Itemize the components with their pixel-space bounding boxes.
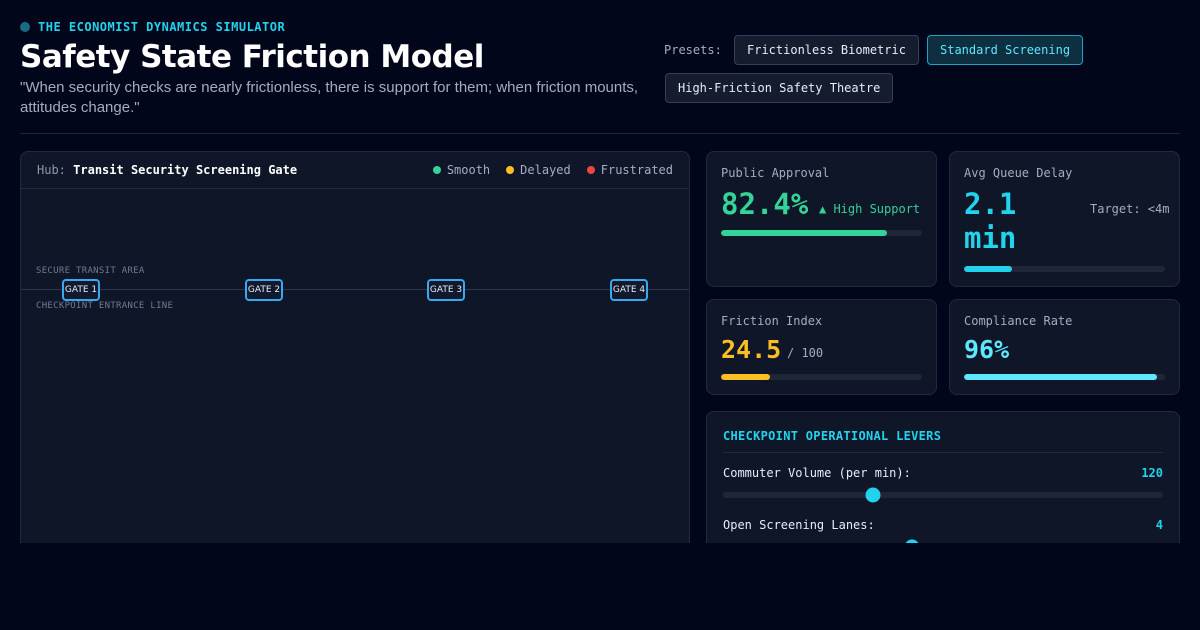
zone-label-entrance: CHECKPOINT ENTRANCE LINE [36, 301, 174, 311]
legend-label-delayed: Delayed [520, 163, 571, 177]
simulation-panel: Hub: Transit Security Screening Gate Smo… [20, 151, 690, 543]
gate-1[interactable]: GATE 1 [62, 279, 100, 301]
friction-bar-fill [721, 374, 771, 380]
page-title: Safety State Friction Model [20, 39, 484, 75]
metric-card-public-approval: Public Approval 82.4% ▲ High Support [706, 151, 937, 287]
metric-label: Public Approval [721, 166, 830, 180]
hub-prefix: Hub: [37, 163, 66, 177]
metric-label: Friction Index [721, 314, 823, 328]
metric-value: 82.4% [721, 187, 809, 221]
metric-card-compliance: Compliance Rate 96% [949, 299, 1180, 395]
legend: Smooth Delayed Frustrated [432, 163, 673, 177]
gate-2[interactable]: GATE 2 [245, 279, 283, 301]
status-dot-icon [20, 22, 30, 32]
metric-value: 2.1 min [964, 187, 1017, 255]
queue-bar-fill [964, 266, 1013, 272]
compliance-bar-fill [964, 374, 1157, 380]
legend-item-smooth: Smooth [432, 163, 491, 177]
zone-label-secure: SECURE TRANSIT AREA [36, 266, 145, 276]
simulation-header: Hub: Transit Security Screening Gate Smo… [21, 152, 689, 189]
presets-label: Presets: [664, 43, 722, 57]
commuter-volume-slider[interactable] [723, 487, 1163, 503]
slider-thumb[interactable] [904, 539, 920, 543]
hub-name: Transit Security Screening Gate [73, 163, 298, 177]
legend-label-frustrated: Frustrated [600, 163, 673, 177]
metric-card-queue-delay: Avg Queue Delay 2.1 min Target: <4m [949, 151, 1180, 287]
divider [723, 452, 1163, 453]
lever-label-commuter-volume: Commuter Volume (per min): [723, 466, 911, 480]
legend-item-frustrated: Frustrated [586, 163, 673, 177]
preset-button-standard-screening[interactable]: Standard Screening [927, 35, 1084, 65]
compliance-bar [964, 374, 1165, 380]
metric-value: 24.5 [721, 335, 782, 364]
frustrated-dot-icon [586, 166, 595, 174]
hub-label: Hub: Transit Security Screening Gate [37, 163, 297, 177]
metric-value: 96% [964, 335, 1010, 364]
smooth-dot-icon [432, 166, 441, 174]
levers-title: CHECKPOINT OPERATIONAL LEVERS [723, 429, 942, 443]
support-status: ▲ High Support [819, 202, 921, 216]
metric-label: Compliance Rate [964, 314, 1073, 328]
legend-item-delayed: Delayed [506, 163, 571, 177]
preset-button-high-friction-safety-theatre[interactable]: High-Friction Safety Theatre [665, 73, 894, 103]
gate-line [21, 289, 689, 290]
brand-text: THE ECONOMIST DYNAMICS SIMULATOR [38, 20, 286, 34]
gate-3[interactable]: GATE 3 [427, 279, 465, 301]
header: THE ECONOMIST DYNAMICS SIMULATOR Safety … [20, 20, 1180, 134]
brand: THE ECONOMIST DYNAMICS SIMULATOR [20, 20, 285, 34]
queue-target: Target: <4m [1090, 202, 1170, 216]
preset-button-frictionless-biometric[interactable]: Frictionless Biometric [734, 35, 919, 65]
approval-bar-fill [721, 230, 887, 236]
metric-card-friction-index: Friction Index 24.5 / 100 [706, 299, 937, 395]
queue-bar [964, 266, 1165, 272]
friction-bar [721, 374, 922, 380]
metric-label: Avg Queue Delay [964, 166, 1073, 180]
approval-bar [721, 230, 922, 236]
legend-label-smooth: Smooth [446, 163, 491, 177]
gate-4[interactable]: GATE 4 [610, 279, 648, 301]
slider-thumb[interactable] [865, 487, 881, 503]
delayed-dot-icon [506, 166, 515, 174]
lever-value-commuter-volume: 120 [1141, 466, 1163, 480]
levers-panel: CHECKPOINT OPERATIONAL LEVERS Commuter V… [706, 411, 1180, 543]
friction-scale: / 100 [787, 346, 824, 360]
lever-label-screening-lanes: Open Screening Lanes: [723, 518, 875, 532]
page-subtitle-quote: "When security checks are nearly frictio… [20, 79, 639, 116]
lever-value-screening-lanes: 4 [1155, 518, 1163, 532]
